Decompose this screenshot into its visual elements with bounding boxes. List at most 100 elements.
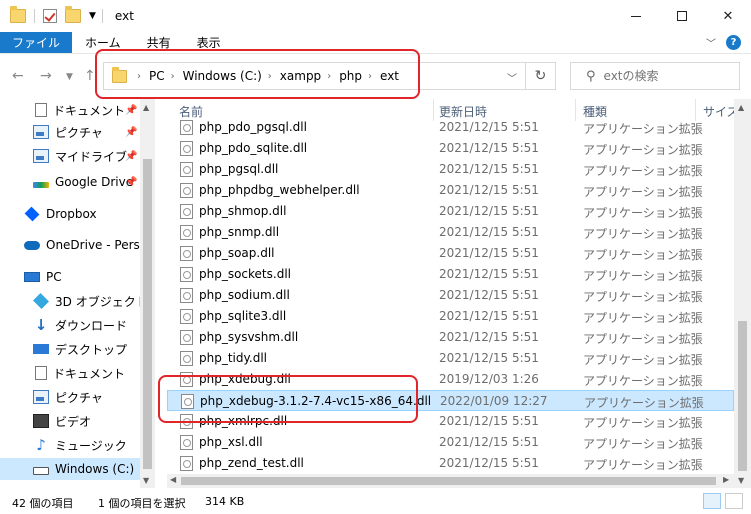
file-row[interactable]: php_sysvshm.dll 2021/12/15 5:51 アプリケーション拡張: [167, 327, 734, 348]
pc-icon: [24, 272, 40, 282]
nav-item-music[interactable]: ♪ ミュージック: [0, 434, 140, 456]
breadcrumb-xampp[interactable]: xampp: [280, 69, 321, 83]
file-row[interactable]: php_pgsql.dll 2021/12/15 5:51 アプリケーション拡張: [167, 159, 734, 180]
file-row[interactable]: php_xdebug-3.1.2-7.4-vc15-x86_64.dll 2022…: [167, 390, 734, 411]
file-row[interactable]: php_snmp.dll 2021/12/15 5:51 アプリケーション拡張: [167, 222, 734, 243]
chevron-right-icon[interactable]: ›: [171, 71, 175, 82]
scroll-up-arrow-icon[interactable]: ▲: [738, 103, 744, 112]
pin-icon[interactable]: 📌: [125, 151, 137, 162]
title-bar: ▼ ext ✕: [0, 0, 751, 32]
file-type: アプリケーション拡張: [583, 143, 703, 157]
scroll-right-arrow-icon[interactable]: ▶: [723, 475, 729, 484]
details-view-icon[interactable]: [703, 493, 721, 509]
file-list-scroll-thumb[interactable]: [738, 321, 747, 471]
back-arrow-icon[interactable]: ←: [12, 68, 24, 84]
file-type: アプリケーション拡張: [583, 290, 703, 304]
maximize-button[interactable]: [659, 0, 705, 32]
file-date: 2021/12/15 5:51: [439, 267, 539, 281]
chevron-right-icon[interactable]: ›: [137, 71, 141, 82]
address-history-dropdown-icon[interactable]: ﹀: [507, 70, 517, 85]
forward-arrow-icon[interactable]: →: [40, 68, 52, 84]
nav-item-pc[interactable]: PC: [0, 266, 140, 288]
horizontal-scroll-thumb[interactable]: [181, 477, 716, 485]
file-row[interactable]: php_xdebug.dll 2019/12/03 1:26 アプリケーション拡張: [167, 369, 734, 390]
quick-access-toolbar: ▼: [0, 0, 111, 32]
file-type: アプリケーション拡張: [583, 353, 703, 367]
nav-item-documents-quick[interactable]: ドキュメント 📌: [0, 99, 140, 121]
nav-item-documents[interactable]: ドキュメント: [0, 362, 140, 384]
file-row[interactable]: php_phpdbg_webhelper.dll 2021/12/15 5:51 ア…: [167, 180, 734, 201]
file-row[interactable]: php_sockets.dll 2021/12/15 5:51 アプリケーション拡張: [167, 264, 734, 285]
nav-item-windows-c[interactable]: Windows (C:): [0, 458, 140, 480]
file-row[interactable]: php_xsl.dll 2021/12/15 5:51 アプリケーション拡張: [167, 432, 734, 453]
pin-icon[interactable]: 📌: [125, 177, 137, 188]
breadcrumb-ext[interactable]: ext: [380, 69, 399, 83]
file-name: php_pdo_sqlite.dll: [199, 141, 308, 155]
nav-item-downloads[interactable]: ↓ ダウンロード: [0, 314, 140, 336]
file-row[interactable]: php_tidy.dll 2021/12/15 5:51 アプリケーション拡張: [167, 348, 734, 369]
file-row[interactable]: php_pdo_pgsql.dll 2021/12/15 5:51 アプリケーション…: [167, 117, 734, 138]
breadcrumb-pc[interactable]: PC: [149, 69, 165, 83]
chevron-right-icon[interactable]: ›: [327, 71, 331, 82]
large-icons-view-icon[interactable]: [725, 493, 743, 509]
dll-file-icon: [180, 435, 193, 450]
nav-item-mydrive[interactable]: マイドライブ 📌: [0, 145, 140, 167]
nav-item-dropbox[interactable]: Dropbox: [0, 203, 140, 225]
dll-file-icon: [180, 225, 193, 240]
file-list-horizontal-scrollbar[interactable]: ◀ ▶: [167, 474, 734, 488]
dll-file-icon: [180, 141, 193, 156]
customize-toolbar-dropdown-icon[interactable]: ▼: [89, 11, 96, 21]
tab-view[interactable]: 表示: [184, 32, 234, 53]
file-date: 2021/12/15 5:51: [439, 309, 539, 323]
file-row[interactable]: php_xmlrpc.dll 2021/12/15 5:51 アプリケーション拡張: [167, 411, 734, 432]
scroll-down-arrow-icon[interactable]: ▼: [143, 476, 149, 485]
chevron-right-icon[interactable]: ›: [368, 71, 372, 82]
breadcrumb-windows-c[interactable]: Windows (C:): [183, 69, 262, 83]
search-box[interactable]: ⚲: [570, 62, 740, 90]
up-arrow-icon[interactable]: ↑: [84, 68, 96, 84]
file-row[interactable]: php_zend_test.dll 2021/12/15 5:51 アプリケーション…: [167, 453, 734, 474]
file-row[interactable]: php_pdo_sqlite.dll 2021/12/15 5:51 アプリケーショ…: [167, 138, 734, 159]
nav-item-pictures-quick[interactable]: ピクチャ 📌: [0, 121, 140, 143]
recent-locations-icon[interactable]: ▼: [66, 72, 73, 82]
expand-ribbon-icon[interactable]: ﹀: [706, 35, 716, 50]
breadcrumb-php[interactable]: php: [339, 69, 362, 83]
nav-pane-scrollbar[interactable]: ▲ ▼: [140, 99, 155, 488]
scroll-down-arrow-icon[interactable]: ▼: [738, 476, 744, 485]
tab-file[interactable]: ファイル: [0, 32, 73, 53]
search-input[interactable]: [603, 69, 714, 83]
scroll-left-arrow-icon[interactable]: ◀: [170, 475, 176, 484]
nav-item-google-drive[interactable]: Google Drive 📌: [0, 171, 140, 193]
refresh-button[interactable]: ↻: [525, 63, 555, 89]
dropbox-icon: [24, 206, 40, 222]
chevron-right-icon[interactable]: ›: [268, 71, 272, 82]
close-button[interactable]: ✕: [705, 0, 751, 32]
minimize-button[interactable]: [613, 0, 659, 32]
nav-scroll-thumb[interactable]: [143, 159, 152, 469]
nav-item-videos[interactable]: ビデオ: [0, 410, 140, 432]
nav-item-pictures[interactable]: ピクチャ: [0, 386, 140, 408]
address-bar[interactable]: › PC › Windows (C:) › xampp › php › ext …: [103, 62, 556, 90]
file-row[interactable]: php_soap.dll 2021/12/15 5:51 アプリケーション拡張: [167, 243, 734, 264]
file-row[interactable]: php_sodium.dll 2021/12/15 5:51 アプリケーション拡張: [167, 285, 734, 306]
pin-icon[interactable]: 📌: [125, 127, 137, 138]
file-row[interactable]: php_sqlite3.dll 2021/12/15 5:51 アプリケーション拡張: [167, 306, 734, 327]
nav-item-desktop[interactable]: デスクトップ: [0, 338, 140, 360]
dll-file-icon: [180, 267, 193, 282]
scroll-up-arrow-icon[interactable]: ▲: [143, 103, 149, 112]
nav-item-3d-objects[interactable]: 3D オブジェクト: [0, 290, 148, 312]
nav-item-onedrive[interactable]: OneDrive - Person: [0, 234, 155, 256]
help-icon[interactable]: ?: [726, 35, 741, 50]
pin-icon[interactable]: 📌: [125, 105, 137, 116]
ribbon-tabs: ファイル ホーム 共有 表示 ﹀ ?: [0, 32, 751, 54]
folder-icon[interactable]: [10, 6, 26, 23]
dll-file-icon: [180, 288, 193, 303]
tab-home[interactable]: ホーム: [72, 32, 134, 53]
file-name: php_xmlrpc.dll: [199, 414, 288, 428]
new-folder-icon[interactable]: [65, 6, 81, 23]
tab-share[interactable]: 共有: [134, 32, 184, 53]
file-list-vertical-scrollbar[interactable]: ▲ ▼: [734, 99, 751, 488]
dll-file-icon: [180, 183, 193, 198]
properties-icon[interactable]: [43, 9, 57, 23]
file-row[interactable]: php_shmop.dll 2021/12/15 5:51 アプリケーション拡張: [167, 201, 734, 222]
